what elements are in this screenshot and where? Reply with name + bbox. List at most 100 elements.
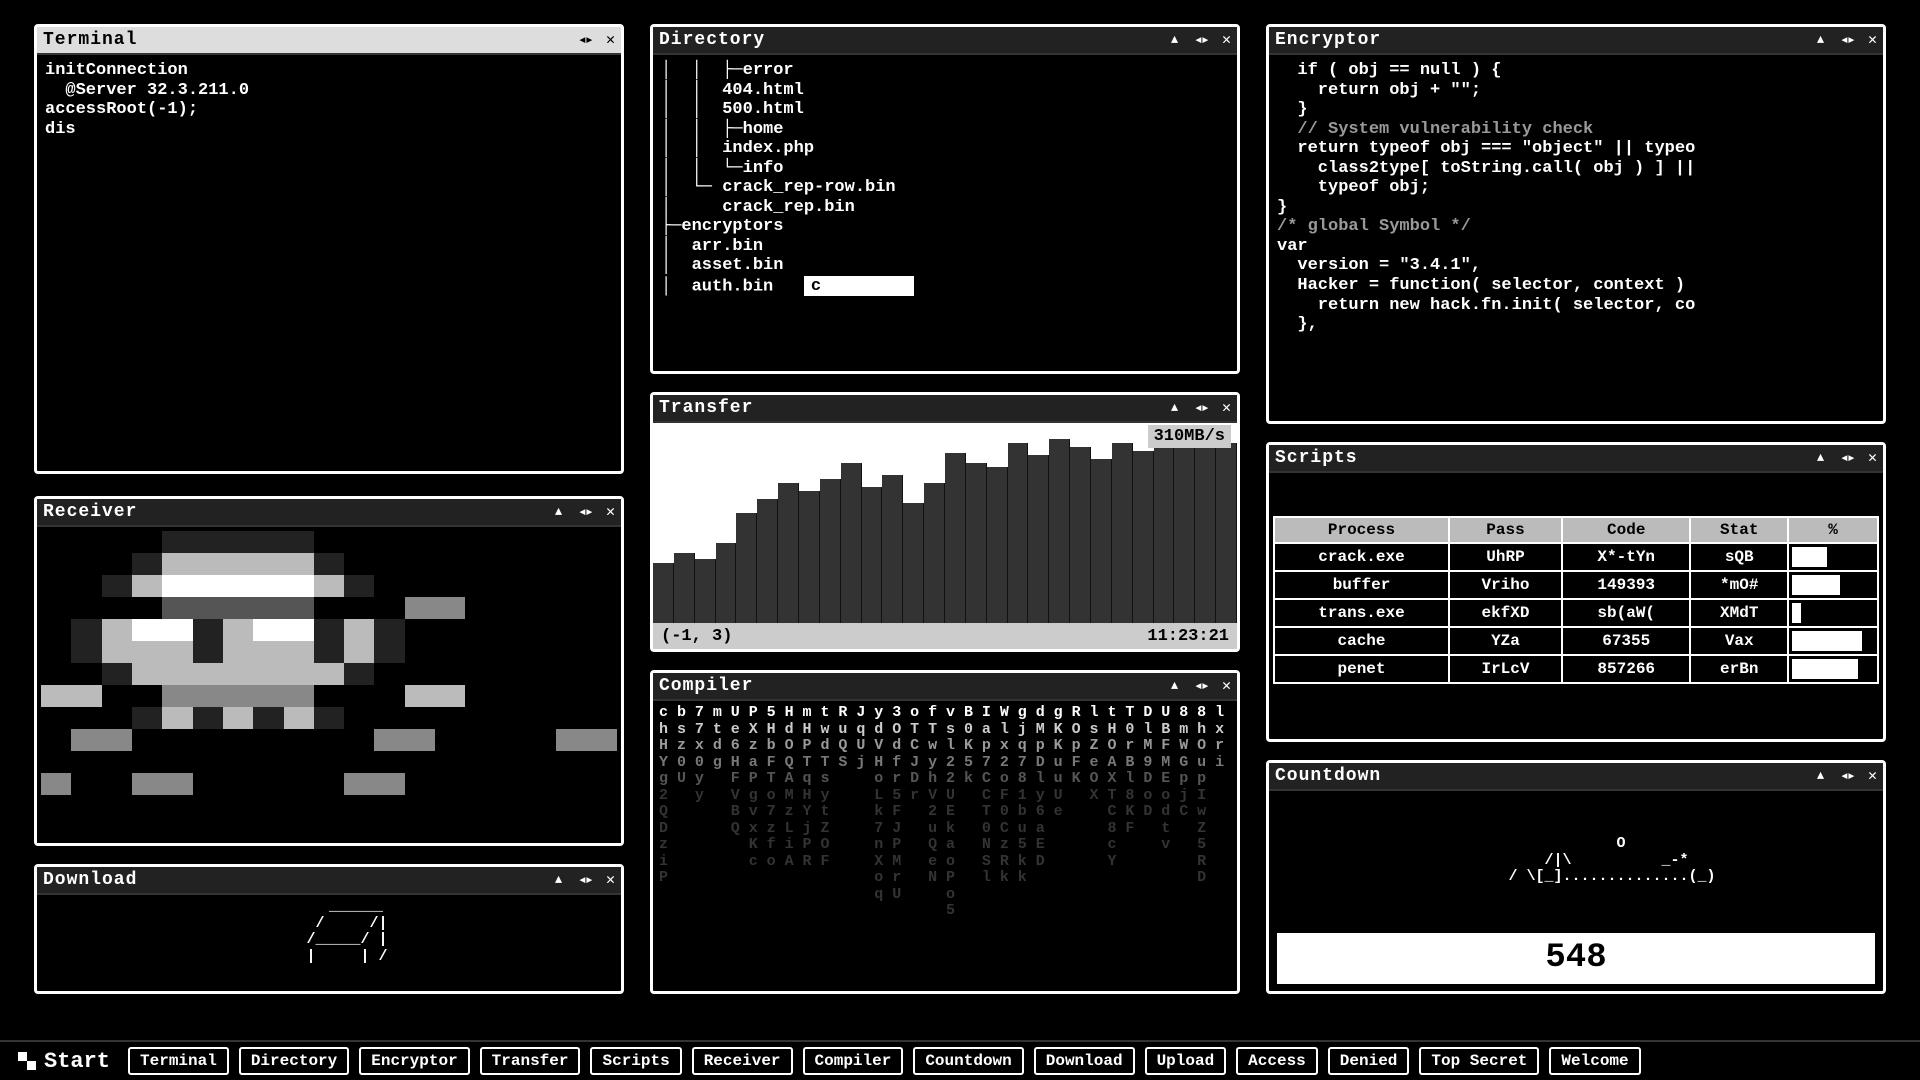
resize-icon[interactable]: [1194, 400, 1208, 416]
table-row[interactable]: crack.exeUhRPX*-tYnsQB: [1274, 543, 1878, 571]
download-titlebar[interactable]: Download: [37, 867, 621, 895]
transfer-bar: [924, 483, 945, 623]
transfer-bar: [1008, 443, 1029, 623]
close-icon[interactable]: [1868, 32, 1877, 48]
close-icon[interactable]: [1222, 400, 1231, 416]
countdown-window[interactable]: Countdown O /|\ _-* / \[_]..............…: [1266, 760, 1886, 994]
minimize-icon[interactable]: [1815, 767, 1826, 785]
tree-item[interactable]: │ asset.bin: [661, 256, 1229, 276]
resize-icon[interactable]: [1194, 32, 1208, 48]
tree-item[interactable]: ├─encryptors: [661, 217, 1229, 237]
resize-icon[interactable]: [1194, 678, 1208, 694]
transfer-bar: [1049, 439, 1070, 623]
close-icon[interactable]: [1222, 678, 1231, 694]
countdown-titlebar[interactable]: Countdown: [1269, 763, 1883, 791]
directory-window[interactable]: Directory │ │ ├─error│ │ 404.html│ │ 500…: [650, 24, 1240, 374]
table-row[interactable]: bufferVriho149393*mO#: [1274, 571, 1878, 599]
transfer-bar: [757, 499, 778, 623]
table-header: Pass: [1449, 517, 1562, 543]
download-window[interactable]: Download ______ / /| /_____/ | | | /: [34, 864, 624, 994]
transfer-bar: [862, 487, 883, 623]
close-icon[interactable]: [1868, 450, 1877, 466]
start-button[interactable]: Start: [10, 1047, 118, 1076]
transfer-bar: [1174, 447, 1195, 623]
compiler-title: Compiler: [659, 676, 1169, 696]
minimize-icon[interactable]: [1815, 449, 1826, 467]
taskbar-item-scripts[interactable]: Scripts: [590, 1047, 681, 1075]
resize-icon[interactable]: [1840, 32, 1854, 48]
minimize-icon[interactable]: [1815, 31, 1826, 49]
compiler-window[interactable]: Compiler chHYg2QDziPbsz0U77x0yymtdgUe6HF…: [650, 670, 1240, 994]
minimize-icon[interactable]: [553, 871, 564, 889]
resize-icon[interactable]: [1840, 450, 1854, 466]
tree-item[interactable]: │ │ ├─error: [661, 61, 1229, 81]
tree-item[interactable]: │ crack_rep.bin: [661, 198, 1229, 218]
transfer-chart: 310MB/s (-1, 3) 11:23:21: [653, 423, 1237, 649]
transfer-time: 11:23:21: [1147, 627, 1229, 646]
tree-item[interactable]: │ │ ├─home: [661, 120, 1229, 140]
progress-bar: [1792, 547, 1827, 567]
transfer-titlebar[interactable]: Transfer: [653, 395, 1237, 423]
table-row[interactable]: cacheYZa67355Vax: [1274, 627, 1878, 655]
taskbar-item-top-secret[interactable]: Top Secret: [1419, 1047, 1539, 1075]
tree-item[interactable]: │ │ └─info: [661, 159, 1229, 179]
table-row[interactable]: penetIrLcV857266erBn: [1274, 655, 1878, 683]
minimize-icon[interactable]: [1169, 31, 1180, 49]
encryptor-titlebar[interactable]: Encryptor: [1269, 27, 1883, 55]
taskbar-item-denied[interactable]: Denied: [1328, 1047, 1410, 1075]
taskbar-item-compiler[interactable]: Compiler: [803, 1047, 904, 1075]
transfer-bar: [653, 563, 674, 623]
close-icon[interactable]: [606, 32, 615, 48]
receiver-window[interactable]: Receiver: [34, 496, 624, 846]
resize-icon[interactable]: [1840, 768, 1854, 784]
taskbar-item-transfer[interactable]: Transfer: [480, 1047, 581, 1075]
taskbar-item-welcome[interactable]: Welcome: [1549, 1047, 1640, 1075]
scripts-titlebar[interactable]: Scripts: [1269, 445, 1883, 473]
transfer-bar: [736, 513, 757, 623]
transfer-bar: [945, 453, 966, 623]
minimize-icon[interactable]: [1169, 399, 1180, 417]
tree-item[interactable]: │ arr.bin: [661, 237, 1229, 257]
close-icon[interactable]: [1868, 768, 1877, 784]
taskbar-item-directory[interactable]: Directory: [239, 1047, 349, 1075]
taskbar-item-encryptor[interactable]: Encryptor: [359, 1047, 469, 1075]
resize-icon[interactable]: [578, 504, 592, 520]
taskbar-item-access[interactable]: Access: [1236, 1047, 1318, 1075]
transfer-window[interactable]: Transfer 310MB/s (-1, 3) 11:23:21: [650, 392, 1240, 652]
table-header: %: [1788, 517, 1878, 543]
tree-item[interactable]: │ │ index.php: [661, 139, 1229, 159]
directory-titlebar[interactable]: Directory: [653, 27, 1237, 55]
transfer-bar: [1216, 443, 1237, 623]
encryptor-window[interactable]: Encryptor if ( obj == null ) { return ob…: [1266, 24, 1886, 424]
close-icon[interactable]: [1222, 32, 1231, 48]
tree-item[interactable]: │ └─ crack_rep-row.bin: [661, 178, 1229, 198]
transfer-bar: [674, 553, 695, 623]
compiler-titlebar[interactable]: Compiler: [653, 673, 1237, 701]
receiver-titlebar[interactable]: Receiver: [37, 499, 621, 527]
minimize-icon[interactable]: [553, 503, 564, 521]
tree-item[interactable]: │ auth.bin c: [661, 276, 1229, 297]
directory-tree[interactable]: │ │ ├─error│ │ 404.html│ │ 500.html│ │ ├…: [653, 55, 1237, 371]
taskbar-item-terminal[interactable]: Terminal: [128, 1047, 229, 1075]
download-title: Download: [43, 870, 553, 890]
tree-item[interactable]: │ │ 500.html: [661, 100, 1229, 120]
directory-input[interactable]: c: [804, 276, 914, 296]
tree-item[interactable]: │ │ 404.html: [661, 81, 1229, 101]
close-icon[interactable]: [606, 872, 615, 888]
scripts-window[interactable]: Scripts ProcessPassCodeStat%crack.exeUhR…: [1266, 442, 1886, 742]
terminal-titlebar[interactable]: Terminal: [37, 27, 621, 55]
close-icon[interactable]: [606, 504, 615, 520]
table-header: Stat: [1690, 517, 1788, 543]
encryptor-code[interactable]: if ( obj == null ) { return obj + ""; } …: [1269, 55, 1883, 421]
taskbar-item-receiver[interactable]: Receiver: [692, 1047, 793, 1075]
taskbar-item-countdown[interactable]: Countdown: [913, 1047, 1023, 1075]
minimize-icon[interactable]: [1169, 677, 1180, 695]
table-row[interactable]: trans.exeekfXDsb(aW(XMdT: [1274, 599, 1878, 627]
resize-icon[interactable]: [578, 872, 592, 888]
taskbar-item-upload[interactable]: Upload: [1145, 1047, 1227, 1075]
terminal-output[interactable]: initConnection @Server 32.3.211.0 access…: [37, 55, 621, 471]
resize-icon[interactable]: [578, 32, 592, 48]
terminal-window[interactable]: Terminal initConnection @Server 32.3.211…: [34, 24, 624, 474]
transfer-bar: [1070, 447, 1091, 623]
taskbar-item-download[interactable]: Download: [1034, 1047, 1135, 1075]
